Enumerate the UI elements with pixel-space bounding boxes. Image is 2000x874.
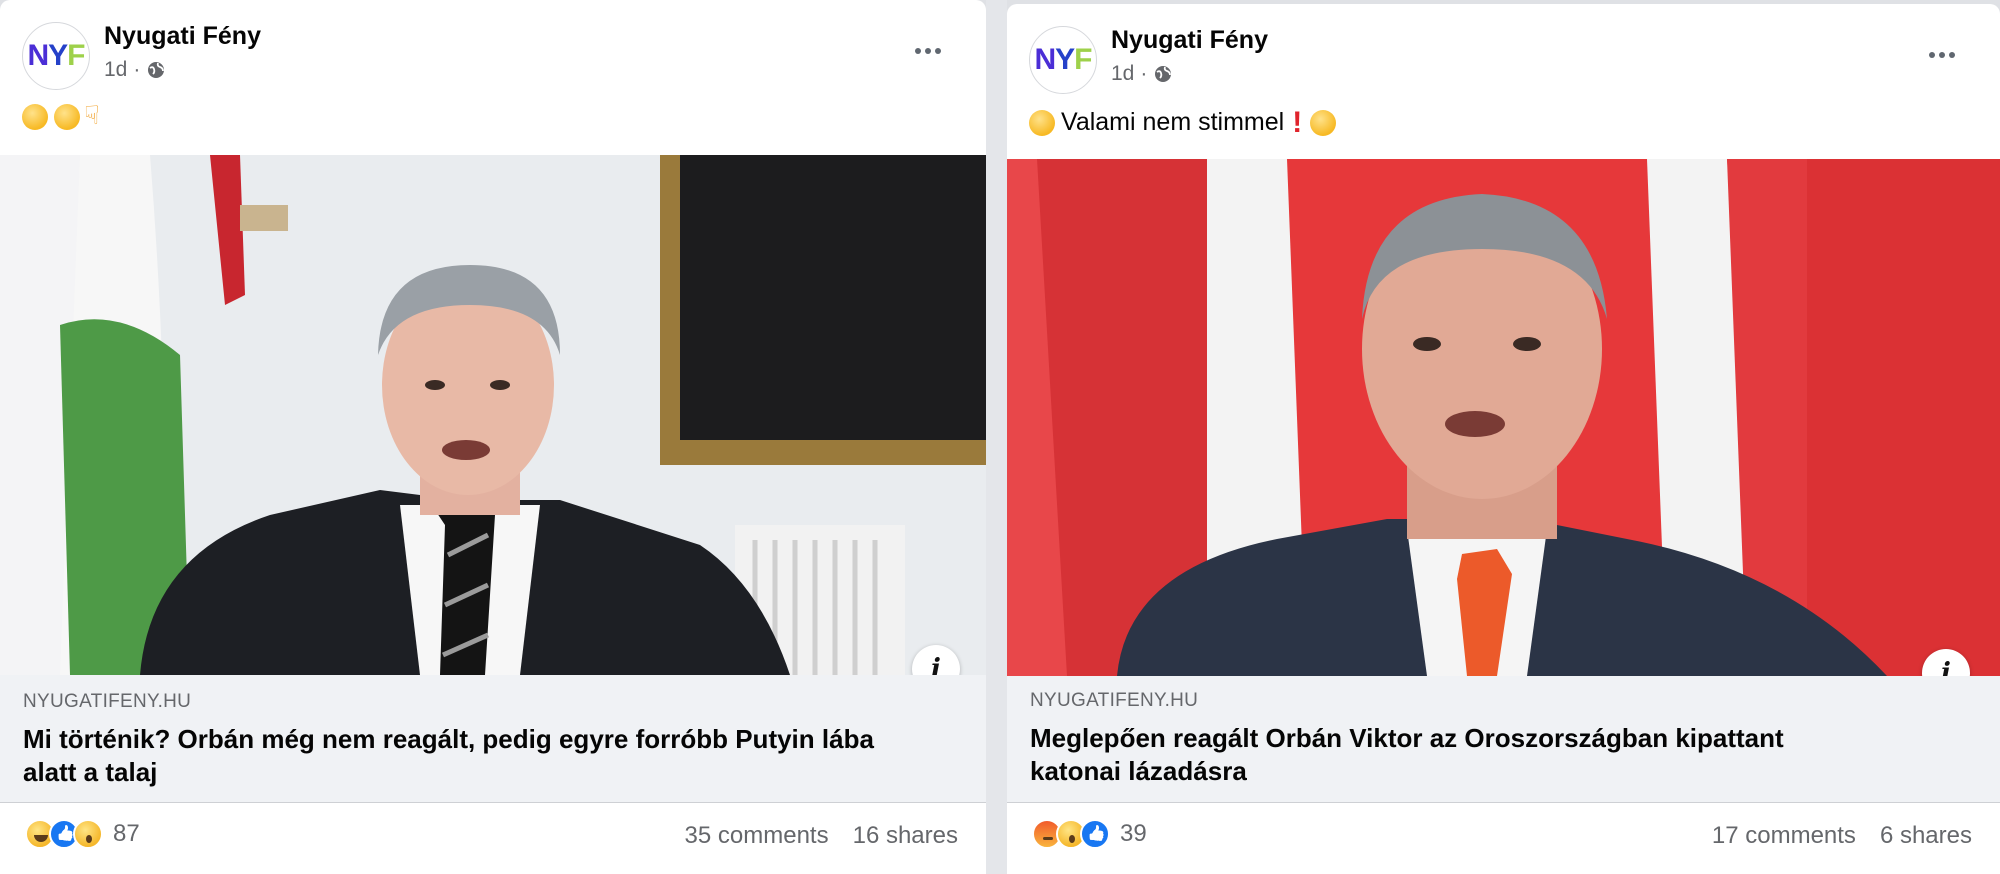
headline-line: Mi történik? Orbán még nem reagált, pedi… [23, 724, 874, 754]
link-domain: NYUGATIFENY.HU [23, 691, 192, 712]
wow-reaction-icon [73, 819, 103, 849]
post-footer: 87 35 comments 16 shares [0, 803, 986, 873]
link-headline[interactable]: Mi történik? Orbán még nem reagált, pedi… [23, 723, 874, 789]
link-preview-box[interactable]: NYUGATIFENY.HU Mi történik? Orbán még ne… [0, 675, 986, 803]
avatar-letter: Y [48, 39, 68, 72]
shares-count-link[interactable]: 16 shares [853, 822, 958, 850]
flushed-emoji-icon [54, 104, 80, 130]
link-preview-box[interactable]: NYUGATIFENY.HU Meglepően reagált Orbán V… [1007, 676, 2000, 803]
avatar-letter: N [1034, 43, 1056, 76]
headline-line: Meglepően reagált Orbán Viktor az Oroszo… [1030, 723, 1784, 753]
thinking-emoji-icon [1310, 109, 1337, 136]
avatar-letter: N [27, 39, 49, 72]
shares-count-link[interactable]: 6 shares [1880, 822, 1972, 850]
portrait-photo [0, 155, 986, 675]
page-name-link[interactable]: Nyugati Fény [1111, 26, 1268, 55]
link-preview-image[interactable]: i [0, 155, 986, 675]
thinking-emoji-icon [22, 104, 48, 130]
meta-separator: · [133, 58, 141, 81]
post-stats: 35 comments 16 shares [685, 822, 958, 850]
post-stats: 17 comments 6 shares [1712, 822, 1972, 850]
avatar-letter: Y [1055, 43, 1075, 76]
feed-gutter [986, 0, 1007, 874]
flushed-emoji-icon [1029, 109, 1055, 136]
post-time[interactable]: 1d [1111, 62, 1134, 86]
meta-separator: · [1140, 62, 1148, 85]
reactions-summary[interactable]: 87 [25, 819, 140, 849]
page-name-link[interactable]: Nyugati Fény [104, 22, 261, 51]
post-header: NYF Nyugati Fény 1d · [0, 0, 986, 155]
more-options-button[interactable] [906, 34, 950, 68]
feed: NYF Nyugati Fény 1d · ☟ i NYUGATIFENY.HU… [0, 0, 2000, 874]
link-domain: NYUGATIFENY.HU [1030, 690, 1199, 711]
post-caption: Valami nem stimmel [1029, 106, 1337, 140]
comments-count-link[interactable]: 35 comments [685, 822, 829, 850]
link-headline[interactable]: Meglepően reagált Orbán Viktor az Oroszo… [1030, 722, 1784, 788]
caption-text: Valami nem stimmel [1061, 108, 1285, 136]
headline-line: alatt a talaj [23, 757, 158, 787]
like-reaction-icon [1080, 819, 1110, 849]
page-avatar[interactable]: NYF [22, 22, 90, 90]
post-footer: 39 17 comments 6 shares [1007, 803, 2000, 873]
avatar-letter: F [1074, 43, 1092, 76]
reaction-count: 39 [1120, 820, 1147, 847]
post-2: NYF Nyugati Fény 1d · Valami nem stimmel [1007, 4, 2000, 874]
avatar-letter: F [67, 39, 85, 72]
globe-icon [1155, 66, 1172, 82]
headline-line: katonai lázadásra [1030, 756, 1247, 786]
post-caption [22, 100, 106, 131]
reaction-count: 87 [113, 820, 140, 847]
post-header: NYF Nyugati Fény 1d · Valami nem stimmel [1007, 4, 2000, 159]
exclamation-emoji-icon [1290, 106, 1304, 140]
page-avatar[interactable]: NYF [1029, 26, 1097, 94]
post-time[interactable]: 1d [104, 58, 127, 82]
link-preview-image[interactable]: i [1007, 159, 2000, 676]
more-options-button[interactable] [1920, 38, 1964, 72]
reactions-summary[interactable]: 39 [1032, 819, 1147, 849]
globe-icon [148, 62, 165, 78]
post-meta: 1d · [104, 58, 166, 82]
comments-count-link[interactable]: 17 comments [1712, 822, 1856, 850]
post-meta: 1d · [1111, 62, 1173, 86]
portrait-photo [1007, 159, 2000, 676]
post-1: NYF Nyugati Fény 1d · ☟ i NYUGATIFENY.HU… [0, 0, 986, 874]
pointing-down-emoji-icon [84, 100, 106, 131]
